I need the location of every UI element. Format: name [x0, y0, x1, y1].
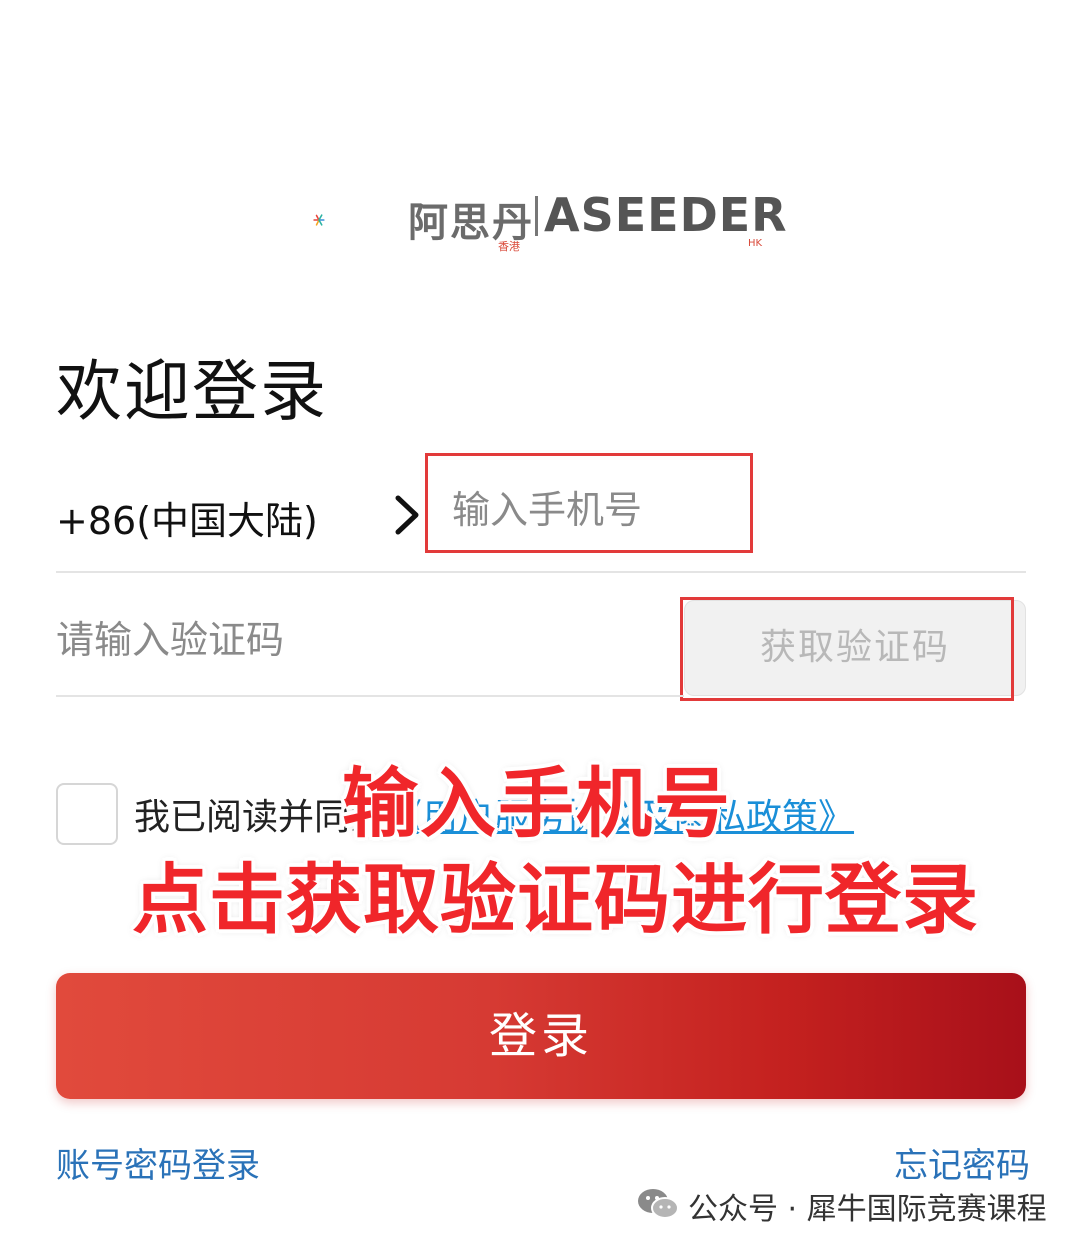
chevron-right-icon[interactable] — [392, 492, 422, 538]
account-password-login-link[interactable]: 账号密码登录 — [56, 1138, 260, 1187]
aseeder-logo-mark — [313, 214, 325, 226]
annotation-line-1: 输入手机号 — [342, 759, 732, 848]
annotation-line-2: 点击获取验证码进行登录 — [132, 855, 979, 944]
logo-cn-sub: 香港 — [498, 240, 520, 253]
logo-icon — [313, 214, 325, 226]
wechat-icon — [638, 1189, 679, 1219]
login-button[interactable]: 登录 — [56, 973, 1026, 1099]
logo-separator — [535, 196, 538, 236]
page-title: 欢迎登录 — [56, 353, 328, 430]
agreement-checkbox[interactable] — [56, 783, 118, 845]
get-code-highlight-box — [680, 597, 1014, 701]
logo-en-name: ASEEDER — [544, 188, 788, 242]
divider — [56, 571, 1026, 573]
logo-en-sub: HK — [748, 238, 763, 249]
phone-highlight-box — [425, 453, 753, 553]
divider — [56, 695, 684, 697]
verification-code-input[interactable] — [56, 605, 576, 675]
forgot-password-link[interactable]: 忘记密码 — [894, 1138, 1030, 1187]
watermark-text: 公众号 · 犀牛国际竞赛课程 — [688, 1192, 1047, 1227]
country-code-selector[interactable]: +86(中国大陆) — [56, 490, 318, 545]
